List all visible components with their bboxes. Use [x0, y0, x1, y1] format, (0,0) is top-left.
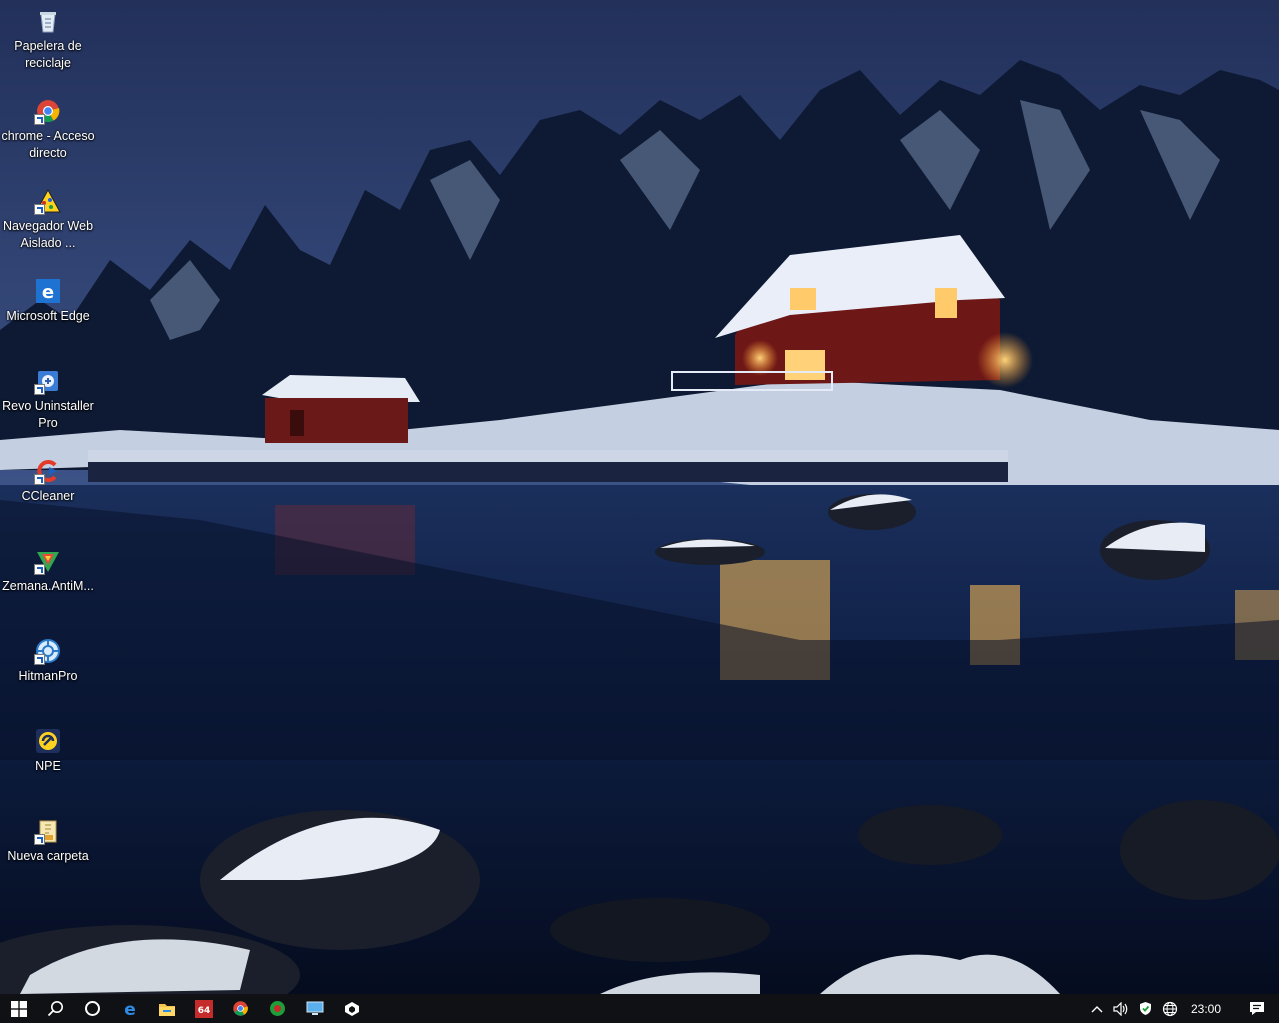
svg-text:e: e	[42, 282, 54, 303]
sandbox-icon	[344, 1001, 359, 1016]
chrome-icon	[233, 1001, 248, 1016]
desktop-icon-zemana[interactable]: Zemana.AntiM...	[0, 542, 96, 626]
volume-icon	[1113, 1001, 1128, 1016]
desktop-icon-label: HitmanPro	[18, 669, 78, 683]
search-button[interactable]	[37, 994, 74, 1023]
cortana-button[interactable]	[74, 994, 111, 1023]
desktop-icon-isolated-browser[interactable]: Navegador Web Aislado ...	[0, 182, 96, 266]
desktop-icon-ccleaner[interactable]: CCleaner	[0, 452, 96, 536]
volume-button[interactable]	[1108, 994, 1134, 1023]
taskbar-app-64[interactable]: 64	[185, 994, 222, 1023]
desktop-icon-label: Microsoft Edge	[6, 309, 90, 323]
cortana-icon	[85, 1001, 100, 1016]
desktop-icon-revo-uninstaller[interactable]: Revo Uninstaller Pro	[0, 362, 96, 446]
app-64-label: 64	[197, 1006, 210, 1016]
desktop-icon-label: NPE	[35, 759, 61, 773]
shortcut-arrow-icon	[34, 654, 45, 665]
desktop-icon-microsoft-edge[interactable]: e Microsoft Edge	[0, 272, 96, 356]
svg-text:e: e	[124, 1000, 136, 1018]
system-tray: 23:00	[1086, 994, 1279, 1023]
edge-icon: e	[124, 1000, 136, 1018]
taskbar: e 64 23:00	[0, 994, 1279, 1023]
action-center-button[interactable]	[1235, 994, 1279, 1023]
start-button[interactable]	[0, 994, 37, 1023]
npe-icon	[35, 728, 61, 754]
search-icon	[47, 1001, 63, 1017]
ccleaner-icon	[34, 458, 61, 485]
shield-icon	[1139, 1002, 1151, 1015]
zemana-icon	[34, 548, 61, 575]
hitmanpro-icon	[34, 638, 61, 665]
shortcut-arrow-icon	[34, 204, 45, 215]
folder-icon	[34, 818, 61, 845]
desktop-icon-label: Zemana.AntiM...	[2, 579, 94, 593]
network-button[interactable]	[1157, 994, 1183, 1023]
green-app-icon	[270, 1001, 285, 1016]
desktop: Papelera de reciclaje chrome - Acceso di…	[0, 0, 1279, 994]
file-explorer-icon	[158, 1003, 175, 1016]
shortcut-arrow-icon	[34, 834, 45, 845]
taskbar-chrome[interactable]	[222, 994, 259, 1023]
shortcut-arrow-icon	[34, 564, 45, 575]
desktop-icon-label: chrome - Acceso directo	[1, 129, 95, 160]
shortcut-arrow-icon	[34, 384, 45, 395]
show-hidden-icons-button[interactable]	[1086, 994, 1108, 1023]
windows-start-icon	[10, 1000, 27, 1017]
isolated-browser-icon	[34, 188, 61, 215]
desktop-icon-recycle-bin[interactable]: Papelera de reciclaje	[0, 2, 96, 86]
desktop-icon-chrome-shortcut[interactable]: chrome - Acceso directo	[0, 92, 96, 176]
desktop-icon-hitmanpro[interactable]: HitmanPro	[0, 632, 96, 716]
notifications-icon	[1250, 1002, 1264, 1015]
taskbar-green-app[interactable]	[259, 994, 296, 1023]
chevron-up-icon	[1091, 1005, 1103, 1012]
recycle-bin-icon	[35, 8, 61, 34]
desktop-icon-label: Revo Uninstaller Pro	[2, 399, 94, 430]
desktop-icon-label: CCleaner	[21, 489, 75, 503]
shortcut-arrow-icon	[34, 114, 45, 125]
clock-time[interactable]: 23:00	[1183, 1002, 1235, 1016]
desktop-icon-new-folder[interactable]: Nueva carpeta	[0, 812, 96, 896]
taskbar-monitor-app[interactable]	[296, 994, 333, 1023]
network-icon	[1162, 1001, 1178, 1016]
desktop-icon-label: Navegador Web Aislado ...	[2, 219, 94, 250]
security-button[interactable]	[1134, 994, 1157, 1023]
app-64-icon: 64	[194, 999, 213, 1018]
desktop-icon-label: Papelera de reciclaje	[14, 39, 82, 70]
revo-uninstaller-icon	[34, 368, 61, 395]
desktop-icon-npe[interactable]: NPE	[0, 722, 96, 806]
taskbar-file-explorer[interactable]	[148, 994, 185, 1023]
taskbar-sandbox-app[interactable]	[333, 994, 370, 1023]
monitor-icon	[306, 1001, 323, 1015]
edge-icon: e	[35, 278, 61, 304]
shortcut-arrow-icon	[34, 474, 45, 485]
chrome-icon	[34, 98, 61, 125]
desktop-icon-label: Nueva carpeta	[7, 849, 89, 863]
taskbar-edge[interactable]: e	[111, 994, 148, 1023]
